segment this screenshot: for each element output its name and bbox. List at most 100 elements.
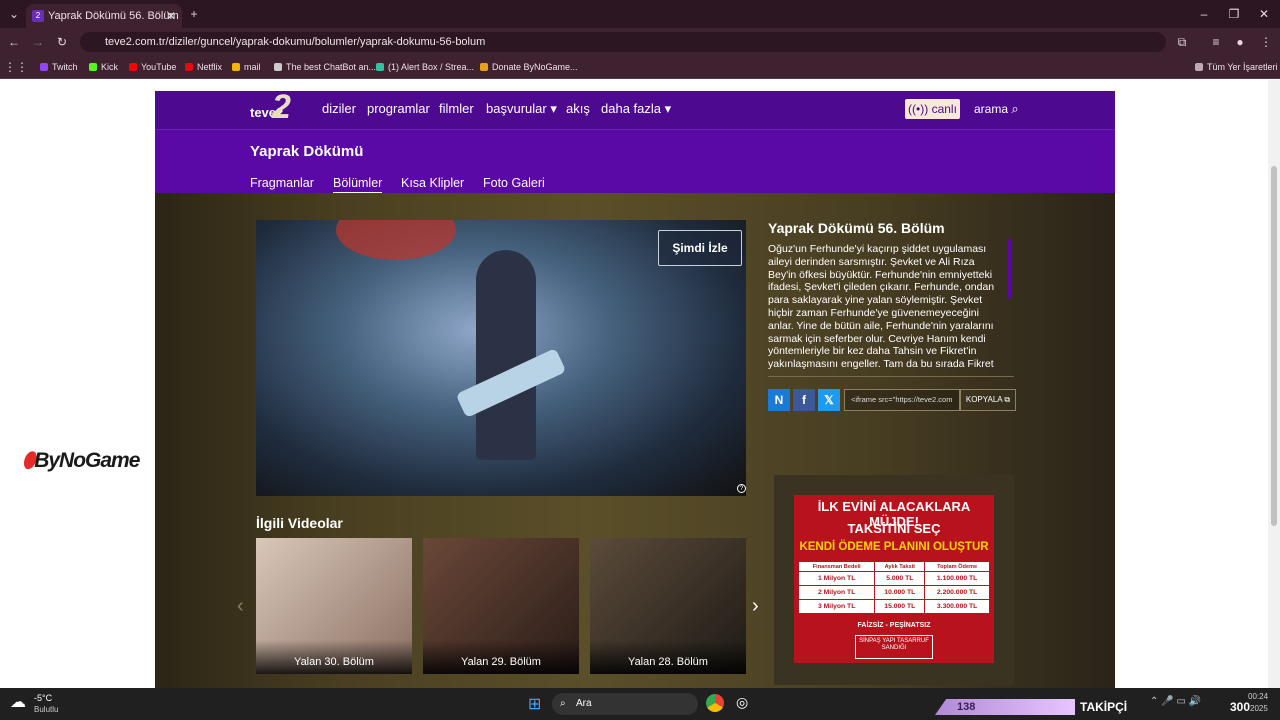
bookmark-kick[interactable]: Kick bbox=[89, 60, 118, 74]
subnav-kisa-klipler[interactable]: Kısa Klipler bbox=[401, 176, 464, 190]
bookmark-alertbox[interactable]: (1) Alert Box / Strea... bbox=[376, 60, 474, 74]
help-icon[interactable]: ? bbox=[737, 484, 746, 493]
back-icon[interactable]: ← bbox=[4, 32, 24, 52]
ad-payment-table: Finansman Bedeli Aylık Taksit Toplam Ödeme… bbox=[797, 561, 990, 614]
related-card-title: Yalan 29. Bölüm bbox=[423, 640, 579, 674]
weather-desc: Bulutlu bbox=[34, 705, 59, 714]
live-button[interactable]: ((•)) canlı bbox=[905, 99, 960, 119]
related-card[interactable]: Yalan 30. Bölüm bbox=[256, 538, 412, 674]
teve2-favicon-icon: 2 bbox=[32, 10, 44, 22]
related-heading: İlgili Videolar bbox=[256, 515, 343, 531]
teve2-site: teve2 2 diziler programlar filmler başvu… bbox=[155, 88, 1115, 688]
scroll-thumb[interactable] bbox=[1271, 166, 1277, 526]
nav-basvurular-label: başvurular bbox=[486, 101, 547, 116]
related-card[interactable]: Yalan 28. Bölüm bbox=[590, 538, 746, 674]
subnav-foto-galeri[interactable]: Foto Galeri bbox=[483, 176, 545, 190]
show-title[interactable]: Yaprak Dökümü bbox=[250, 143, 363, 160]
ad-header: Aylık Taksit bbox=[874, 561, 926, 572]
copy-button[interactable]: KOPYALA ⧉ bbox=[960, 389, 1016, 411]
search-icon: ⌕ bbox=[560, 698, 566, 709]
page-scrollbar[interactable] bbox=[1268, 80, 1280, 688]
bynogame-logo-text: ByNoGame bbox=[34, 449, 140, 472]
minimize-icon[interactable]: – bbox=[1194, 4, 1214, 24]
ad-header: Finansman Bedeli bbox=[797, 561, 876, 572]
bynogame-overlay-logo: ⬮ByNoGame bbox=[22, 449, 140, 473]
all-bookmarks[interactable]: Tüm Yer İşaretleri bbox=[1195, 60, 1278, 74]
top-nav: teve2 2 diziler programlar filmler başvu… bbox=[155, 88, 1115, 129]
ad-subheadline: TAKSİTİNİ SEÇ bbox=[847, 521, 941, 536]
close-tab-icon[interactable]: ✕ bbox=[166, 4, 176, 28]
live-label: canlı bbox=[931, 102, 957, 116]
nav-akis[interactable]: akış bbox=[566, 101, 590, 116]
ad-banner[interactable]: İLK EVİNİ ALACAKLARA MÜJDE! TAKSİTİNİ SE… bbox=[794, 495, 994, 663]
facebook-share-icon[interactable]: f bbox=[793, 389, 815, 411]
nav-daha-fazla-label: daha fazla bbox=[601, 101, 661, 116]
nav-daha-fazla[interactable]: daha fazla ▾ bbox=[601, 101, 671, 117]
weather-icon[interactable]: ☁ bbox=[10, 692, 26, 712]
profile-avatar[interactable]: ● bbox=[1230, 32, 1250, 52]
watch-now-button[interactable]: Şimdi İzle bbox=[658, 230, 742, 266]
video-player[interactable]: Şimdi İzle ? bbox=[256, 220, 746, 496]
nav-filmler[interactable]: filmler bbox=[439, 101, 474, 116]
ad-brand-logo: SİNPAŞ YAPI TASARRUF SANDIĞI bbox=[855, 635, 933, 659]
bookmark-youtube[interactable]: YouTube bbox=[129, 60, 176, 74]
close-window-icon[interactable]: ✕ bbox=[1254, 4, 1274, 24]
teve2-logo[interactable]: teve2 2 bbox=[250, 88, 300, 126]
url-field[interactable]: teve2.com.tr/diziler/guncel/yaprak-dokum… bbox=[80, 32, 1166, 52]
bookmark-twitch[interactable]: Twitch bbox=[40, 60, 78, 74]
menu-icon[interactable]: ⋮ bbox=[1256, 32, 1276, 52]
search-label: arama bbox=[974, 102, 1009, 116]
reload-icon[interactable]: ↻ bbox=[52, 32, 72, 52]
description-scrollbar[interactable] bbox=[1008, 239, 1011, 299]
advertisement[interactable]: İLK EVİNİ ALACAKLARA MÜJDE! TAKSİTİNİ SE… bbox=[774, 475, 1014, 685]
app-taskbar-icon[interactable]: ◎ bbox=[736, 694, 748, 711]
related-card[interactable]: Yalan 29. Bölüm bbox=[423, 538, 579, 674]
system-tray-icons[interactable]: ⌃ 🎤 ▭ 🔊 bbox=[1150, 696, 1201, 707]
ad-cell: 1.100.000 TL bbox=[924, 571, 990, 586]
nav-basvurular[interactable]: başvurular ▾ bbox=[486, 101, 557, 117]
performer-figure bbox=[476, 250, 536, 460]
clock-time[interactable]: 00:24 bbox=[1248, 692, 1268, 701]
broadcast-icon: ((•)) bbox=[908, 102, 929, 116]
show-header: Yaprak Dökümü Fragmanlar Bölümler Kısa K… bbox=[155, 129, 1115, 193]
web-page: teve2 2 diziler programlar filmler başvu… bbox=[0, 80, 1268, 688]
media-icon[interactable]: ≡ bbox=[1206, 32, 1226, 52]
bookmark-chatbot[interactable]: The best ChatBot an... bbox=[274, 60, 376, 74]
forward-icon[interactable]: → bbox=[28, 32, 48, 52]
new-tab-icon[interactable]: + bbox=[184, 4, 204, 24]
n-share-icon[interactable]: N bbox=[768, 389, 790, 411]
taskbar-search-label: Ara bbox=[576, 698, 592, 709]
logo-two-mark: 2 bbox=[272, 88, 291, 126]
bookmark-netflix[interactable]: Netflix bbox=[185, 60, 222, 74]
restore-icon[interactable]: ❐ bbox=[1224, 4, 1244, 24]
divider bbox=[768, 376, 1014, 377]
nav-diziler[interactable]: diziler bbox=[322, 101, 356, 116]
clock-date[interactable]: 2025 bbox=[1250, 704, 1268, 713]
follower-label: TAKİPÇİ bbox=[1080, 700, 1128, 714]
chrome-taskbar-icon[interactable] bbox=[706, 694, 724, 712]
bookmark-mail[interactable]: mail bbox=[232, 60, 261, 74]
episode-hero: Şimdi İzle ? Yaprak Dökümü 56. Bölüm Oğu… bbox=[155, 193, 1115, 688]
subnav-bolumler[interactable]: Bölümler bbox=[333, 176, 383, 193]
x-share-icon[interactable]: 𝕏 bbox=[818, 389, 840, 411]
follower-count: 138 bbox=[957, 701, 976, 713]
ad-cell: 10.000 TL bbox=[874, 585, 926, 600]
follower-bar: 138 bbox=[935, 699, 1075, 715]
nav-programlar[interactable]: programlar bbox=[367, 101, 430, 116]
windows-start-icon[interactable]: ⊞ bbox=[528, 694, 541, 714]
search-button[interactable]: arama ⌕ bbox=[974, 101, 1019, 117]
follower-goal: 300 bbox=[1230, 700, 1251, 714]
bookmark-bynogame[interactable]: Donate ByNoGame... bbox=[480, 60, 578, 74]
taskbar-search[interactable]: ⌕ Ara bbox=[552, 693, 698, 715]
chevron-left-icon[interactable]: ‹ bbox=[237, 595, 244, 618]
copy-label: KOPYALA bbox=[965, 395, 1003, 404]
subnav-fragmanlar[interactable]: Fragmanlar bbox=[250, 176, 314, 190]
extensions-icon[interactable]: ⧉ bbox=[1172, 32, 1192, 52]
embed-code-field[interactable]: <iframe src="https://teve2.com bbox=[844, 389, 960, 411]
tab-search-icon[interactable]: ⌄ bbox=[4, 4, 24, 24]
chevron-right-icon[interactable]: › bbox=[752, 595, 759, 618]
active-tab[interactable]: 2 Yaprak Dökümü 56. Bölüm ✕ bbox=[26, 4, 182, 28]
ad-tagline-yellow: KENDİ ÖDEME PLANINI OLUŞTUR bbox=[799, 541, 989, 553]
apps-grid-icon[interactable]: ⋮⋮ bbox=[4, 57, 28, 77]
related-card-title: Yalan 30. Bölüm bbox=[256, 640, 412, 674]
